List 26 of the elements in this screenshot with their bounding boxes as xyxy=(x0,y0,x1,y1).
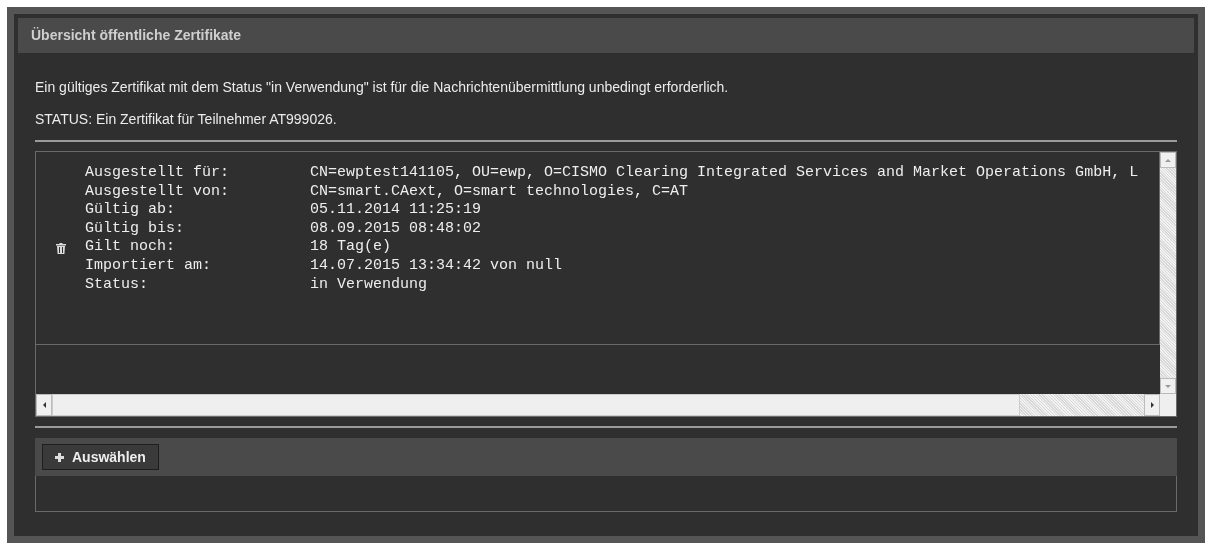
field-label: Ausgestellt von: xyxy=(85,182,231,202)
info-text: Ein gültiges Zertifikat mit dem Status "in Verwendung" ist für die Nachrichtenübermittlung unbedingt erforderlich. xyxy=(35,78,730,97)
trash-icon[interactable] xyxy=(56,242,66,254)
field-label: Importiert am: xyxy=(85,256,213,276)
scroll-down-button[interactable] xyxy=(1160,378,1176,394)
field-label: Gültig ab: xyxy=(85,201,176,220)
field-label: Ausgestellt für: xyxy=(85,164,231,183)
field-label: Gültig bis: xyxy=(85,219,186,239)
field-value: 18 Tag(e) xyxy=(310,238,391,257)
status-text: STATUS: Ein Zertifikat für Teilnehmer AT999026. xyxy=(35,110,338,129)
scroll-right-button[interactable] xyxy=(1144,394,1160,416)
field-value: CN=ewptest141105, OU=ewp, O=CISMO Clearing Integrated Services and Market Operations GmbH, L xyxy=(310,164,1139,183)
scroll-up-button[interactable] xyxy=(1160,152,1176,168)
field-value: in Verwendung xyxy=(310,275,428,295)
field-value: 14.07.2015 13:34:42 von null xyxy=(310,256,563,276)
field-label: Gilt noch: xyxy=(85,238,176,257)
field-value: 05.11.2014 11:25:19 xyxy=(310,201,482,220)
scroll-left-button[interactable] xyxy=(36,394,52,416)
field-label: Status: xyxy=(85,275,149,295)
select-button[interactable]: Auswählen xyxy=(42,444,159,470)
panel-title: Übersicht öffentliche Zertifikate xyxy=(31,26,242,45)
vertical-scrollbar[interactable] xyxy=(1160,152,1176,394)
plus-icon xyxy=(55,452,64,462)
scrollbar-corner xyxy=(1160,394,1176,416)
field-value: CN=smart.CAext, O=smart technologies, C=AT xyxy=(310,182,689,202)
field-value: 08.09.2015 08:48:02 xyxy=(310,219,482,239)
